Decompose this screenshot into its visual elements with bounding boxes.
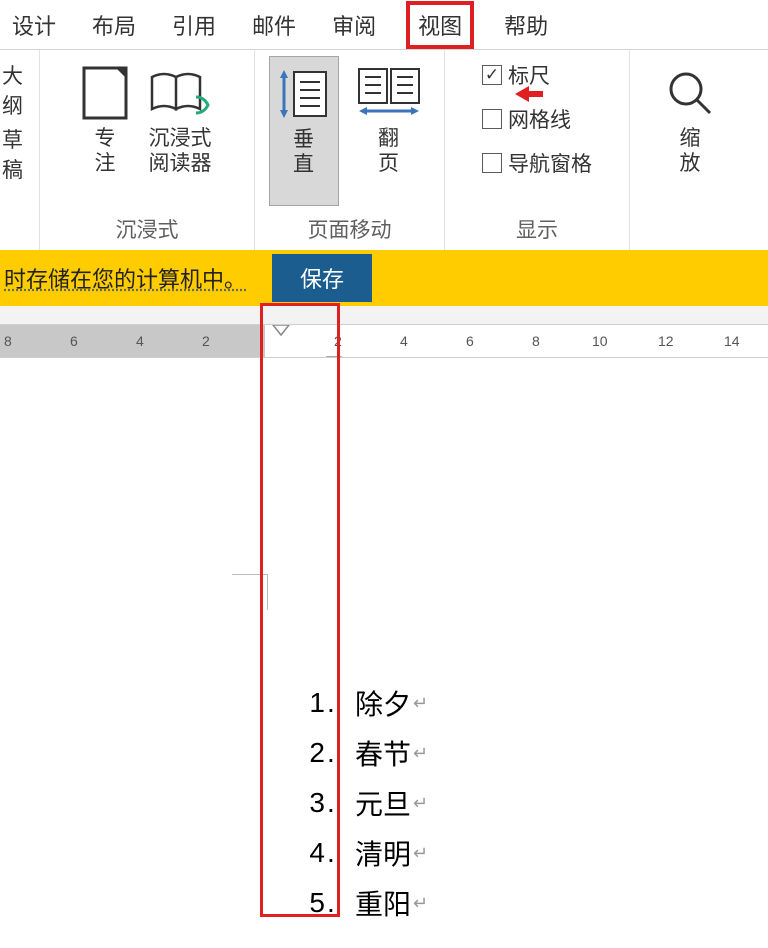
ruler-mark: 14 [724, 333, 740, 349]
magnifier-icon [666, 62, 714, 124]
flip-icon [353, 62, 425, 124]
checkbox-icon [482, 109, 502, 129]
paragraph-mark-icon: ↵ [411, 743, 428, 764]
ruler-checkbox-label: 标尺 [508, 60, 550, 90]
paragraph-mark-icon: ↵ [411, 893, 428, 914]
paragraph-mark-icon: ↵ [411, 693, 428, 714]
immersive-reader-button[interactable]: 沉浸式 阅读器 [142, 56, 218, 206]
gridlines-checkbox[interactable]: 网格线 [482, 104, 592, 134]
tab-reference[interactable]: 引用 [166, 1, 222, 49]
list-item: 5 . 重阳 ↵ [265, 878, 768, 928]
annotation-rect [260, 303, 340, 917]
immersive-group-label: 沉浸式 [40, 214, 254, 244]
immersive-reader-icon [148, 62, 212, 124]
list-item: 1 . 除夕 ↵ [265, 678, 768, 728]
tab-view[interactable]: 视图 [406, 1, 474, 49]
ruler-mark: 10 [592, 333, 608, 349]
vertical-icon [276, 63, 332, 125]
focus-icon [82, 62, 128, 124]
draft-view-button[interactable]: 草稿 [2, 124, 33, 184]
navpane-checkbox-label: 导航窗格 [508, 148, 592, 178]
pagemove-group-label: 页面移动 [255, 214, 444, 244]
list-text: 春节 [355, 733, 411, 773]
paragraph-mark-icon: ↵ [411, 843, 428, 864]
zoom-button[interactable]: 缩 放 [660, 56, 720, 206]
list-item: 2 . 春节 ↵ [265, 728, 768, 778]
focus-button[interactable]: 专 注 [76, 56, 134, 206]
ruler-mark: 6 [466, 333, 474, 349]
focus-label: 专 注 [95, 126, 116, 176]
horizontal-ruler[interactable]: 8 6 4 2 2 4 6 8 10 12 14 [0, 324, 768, 358]
paragraph-mark-icon: ↵ [411, 793, 428, 814]
list-text: 重阳 [355, 883, 411, 923]
tab-layout[interactable]: 布局 [86, 1, 142, 49]
flip-button[interactable]: 翻 页 [347, 56, 431, 206]
ruler-mark: 8 [532, 333, 540, 349]
ruler-checkbox[interactable]: 标尺 [482, 60, 592, 90]
list-text: 除夕 [355, 683, 411, 723]
ruler-mark: 6 [70, 333, 78, 349]
message-bar: 时存储在您的计算机中。 保存 [0, 250, 768, 306]
immersive-reader-label: 沉浸式 阅读器 [149, 126, 212, 176]
list-text: 清明 [355, 833, 411, 873]
checkbox-icon [482, 153, 502, 173]
zoom-label: 缩 放 [680, 126, 701, 176]
ruler-margin-area [0, 325, 265, 357]
outline-view-button[interactable]: 大纲 [2, 60, 33, 120]
ruler-mark: 4 [400, 333, 408, 349]
ruler-mark: 12 [658, 333, 674, 349]
tab-review[interactable]: 审阅 [326, 1, 382, 49]
tab-help[interactable]: 帮助 [498, 1, 554, 49]
list-item: 3 . 元旦 ↵ [265, 778, 768, 828]
views-group-clipped: 大纲 草稿 [0, 50, 40, 250]
save-button[interactable]: 保存 [272, 254, 372, 302]
checkbox-checked-icon [482, 65, 502, 85]
flip-label: 翻 页 [378, 126, 399, 176]
ribbon-group-zoom: 缩 放 [630, 50, 750, 250]
document-content: 1 . 除夕 ↵ 2 . 春节 ↵ 3 . 元旦 ↵ 4 . 清明 ↵ 5 . … [0, 438, 768, 928]
ruler-mark: 4 [136, 333, 144, 349]
ribbon-group-pagemove: 垂 直 翻 页 页面移动 [255, 50, 445, 250]
ribbon-tabs: 设计 布局 引用 邮件 审阅 视图 帮助 [0, 0, 768, 50]
ribbon-group-show: 标尺 网格线 导航窗格 显示 [445, 50, 630, 250]
ruler-mark: 2 [202, 333, 210, 349]
navpane-checkbox[interactable]: 导航窗格 [482, 148, 592, 178]
tab-mail[interactable]: 邮件 [246, 1, 302, 49]
list-item: 4 . 清明 ↵ [265, 828, 768, 878]
vertical-label: 垂 直 [293, 127, 314, 177]
show-group-label: 显示 [445, 214, 629, 244]
ribbon: 大纲 草稿 专 注 沉浸式 阅读器 沉浸式 [0, 50, 768, 250]
document-area[interactable]: 1 . 除夕 ↵ 2 . 春节 ↵ 3 . 元旦 ↵ 4 . 清明 ↵ 5 . … [0, 358, 768, 948]
ruler-mark: 8 [4, 333, 12, 349]
gridlines-checkbox-label: 网格线 [508, 104, 571, 134]
list-text: 元旦 [355, 783, 411, 823]
message-text: 时存储在您的计算机中。 [4, 262, 246, 294]
ribbon-group-immersive: 专 注 沉浸式 阅读器 沉浸式 [40, 50, 255, 250]
tab-design[interactable]: 设计 [6, 1, 62, 49]
vertical-button[interactable]: 垂 直 [269, 56, 339, 206]
